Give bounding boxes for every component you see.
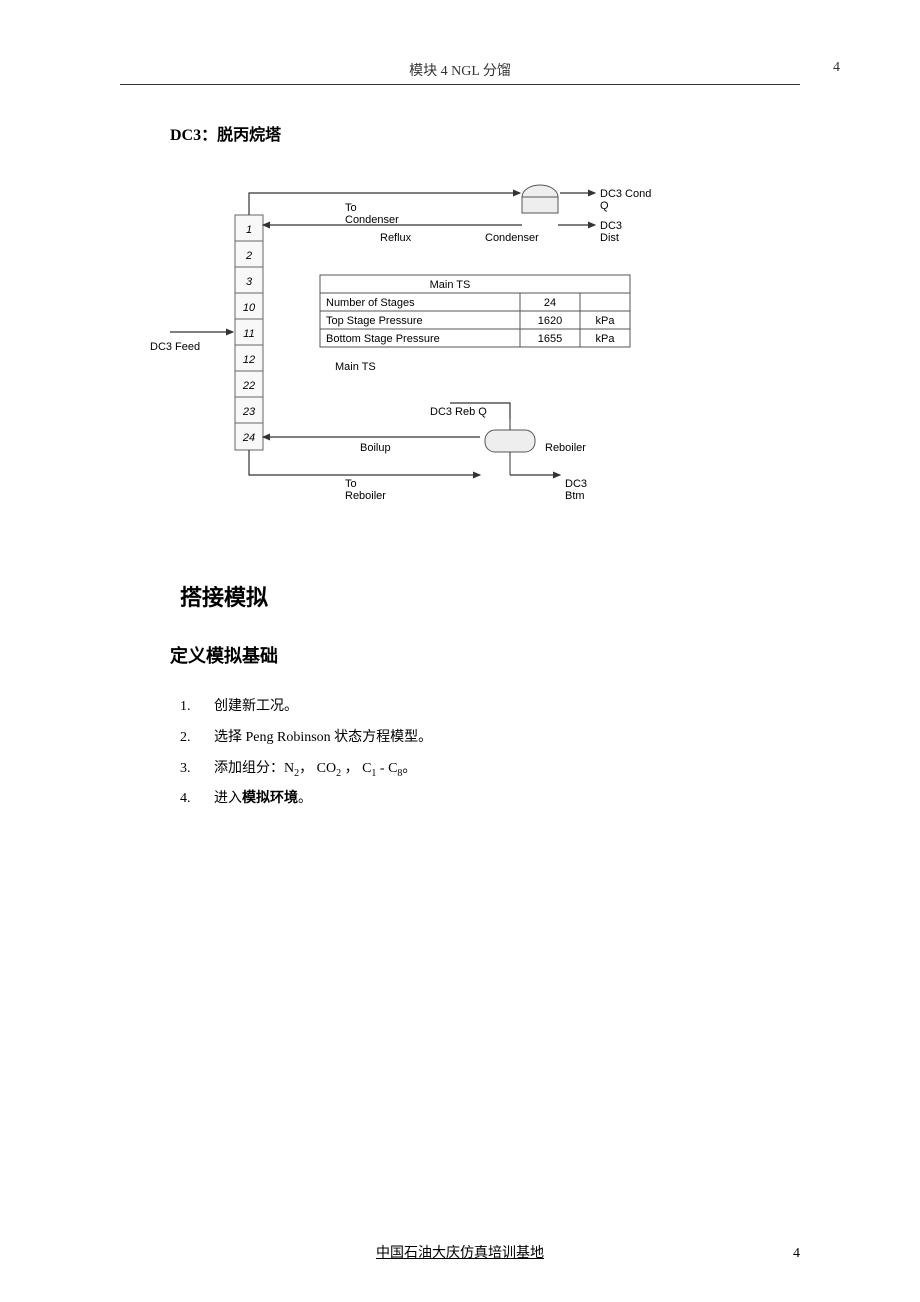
page: 模块 4 NGL 分馏 4 DC3：脱丙烷塔 (0, 0, 920, 1302)
page-header: 模块 4 NGL 分馏 4 (120, 60, 800, 85)
label-boilup: Boilup (360, 442, 391, 454)
stage-23: 23 (242, 406, 256, 418)
list-item: 4. 进入模拟环境。 (180, 784, 800, 815)
label-dc3-cond-q-1: DC3 Cond (600, 188, 651, 200)
label-to-condenser-1: To (345, 202, 357, 214)
row-nstages-label: Number of Stages (326, 297, 415, 309)
diagram-svg: 1 2 3 10 11 12 22 23 24 To Condenser Con… (150, 175, 710, 515)
footer-page-number: 4 (793, 1246, 800, 1262)
label-condenser: Condenser (485, 232, 539, 244)
label-main-ts: Main TS (335, 361, 376, 373)
row-topp-label: Top Stage Pressure (326, 315, 423, 327)
page-footer: 中国石油大庆仿真培训基地 4 (0, 1242, 920, 1262)
list-item: 1. 创建新工况。 (180, 692, 800, 723)
stage-12: 12 (243, 354, 255, 366)
label-dc3-cond-q-2: Q (600, 200, 609, 212)
row-botp-unit: kPa (596, 333, 616, 345)
label-reb-q: DC3 Reb Q (430, 406, 487, 418)
stage-24: 24 (242, 432, 255, 444)
row-nstages-val: 24 (544, 297, 556, 309)
list-text: 进入模拟环境。 (214, 784, 312, 815)
table-title: Main TS (430, 279, 471, 291)
steps-list: 1. 创建新工况。 2. 选择 Peng Robinson 状态方程模型。 3.… (180, 692, 800, 815)
stage-1: 1 (246, 224, 252, 236)
list-item: 3. 添加组分：N2， CO2 ， C1 - C8。 (180, 754, 800, 785)
label-dc3-btm-1: DC3 (565, 478, 587, 490)
label-to-reboiler-2: Reboiler (345, 490, 386, 502)
step4-bold: 模拟环境 (242, 791, 298, 806)
label-to-condenser-2: Condenser (345, 214, 399, 226)
line-to-condenser (249, 193, 520, 215)
label-dc3-dist-2: Dist (600, 232, 619, 244)
list-text: 创建新工况。 (214, 692, 298, 723)
label-feed: DC3 Feed (150, 341, 200, 353)
list-number: 3. (180, 754, 214, 785)
row-botp-val: 1655 (538, 333, 562, 345)
list-item: 2. 选择 Peng Robinson 状态方程模型。 (180, 723, 800, 754)
stage-10: 10 (243, 302, 256, 314)
label-reflux: Reflux (380, 232, 412, 244)
header-page-number: 4 (833, 60, 840, 76)
row-botp-label: Bottom Stage Pressure (326, 333, 440, 345)
label-to-reboiler-1: To (345, 478, 357, 490)
list-text: 选择 Peng Robinson 状态方程模型。 (214, 723, 432, 754)
label-dc3-dist-1: DC3 (600, 220, 622, 232)
list-text: 添加组分：N2， CO2 ， C1 - C8。 (214, 754, 416, 785)
stage-22: 22 (242, 380, 255, 392)
reboiler-vessel (485, 430, 535, 452)
stage-3: 3 (246, 276, 253, 288)
main-ts-table: Main TS Number of Stages 24 Top Stage Pr… (320, 275, 630, 347)
list-number: 1. (180, 692, 214, 723)
row-topp-unit: kPa (596, 315, 616, 327)
heading-2: 定义模拟基础 (170, 642, 800, 668)
step4-suffix: 。 (298, 791, 312, 806)
label-reboiler: Reboiler (545, 442, 586, 454)
stage-2: 2 (245, 250, 252, 262)
footer-text: 中国石油大庆仿真培训基地 (376, 1246, 544, 1261)
stage-11: 11 (243, 328, 254, 340)
heading-1: 搭接模拟 (180, 580, 800, 612)
list-number: 2. (180, 723, 214, 754)
label-dc3-btm-2: Btm (565, 490, 585, 502)
row-topp-val: 1620 (538, 315, 562, 327)
list-number: 4. (180, 784, 214, 815)
header-title: 模块 4 NGL 分馏 (409, 64, 511, 79)
step4-prefix: 进入 (214, 791, 242, 806)
section-dc3-title: DC3：脱丙烷塔 (170, 121, 800, 145)
dc3-diagram: 1 2 3 10 11 12 22 23 24 To Condenser Con… (150, 175, 800, 520)
